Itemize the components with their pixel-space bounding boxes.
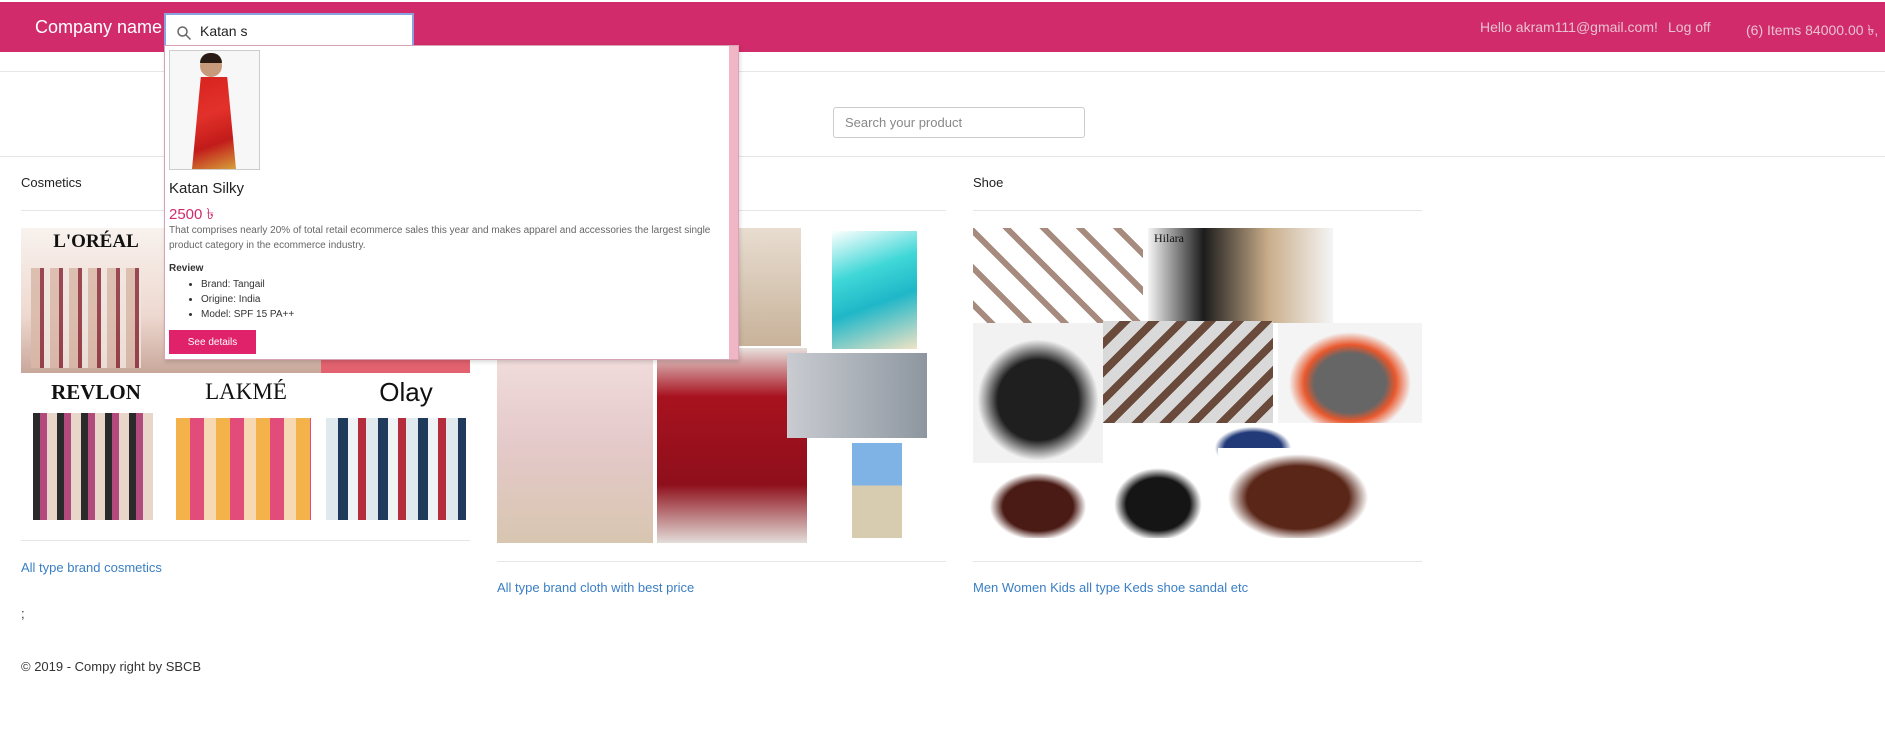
product-thumbnail[interactable]	[169, 50, 260, 170]
product-name[interactable]: Katan Silky	[169, 180, 244, 197]
review-heading: Review	[169, 263, 204, 274]
divider	[21, 540, 470, 541]
cart-link[interactable]: (6) Items 84000.00 ৳,	[1746, 19, 1878, 43]
product-search-input[interactable]	[833, 107, 1085, 138]
spec-item: Brand: Tangail	[201, 277, 294, 292]
spec-item: Model: SPF 15 PA++	[201, 307, 294, 322]
logoff-link[interactable]: Log off	[1668, 19, 1711, 35]
user-greeting-link[interactable]: Hello akram111@gmail.com!	[1480, 19, 1658, 35]
clothing-link[interactable]: All type brand cloth with best price	[497, 580, 694, 595]
shoes-image[interactable]: Hilara	[973, 228, 1422, 543]
brand-link[interactable]: Company name	[35, 17, 162, 38]
divider	[973, 210, 1422, 211]
column-title-cosmetics: Cosmetics	[21, 175, 82, 190]
divider	[497, 561, 946, 562]
olay-logo: Olay	[379, 376, 433, 407]
search-icon	[177, 26, 192, 41]
stray-text: ;	[21, 606, 25, 621]
revlon-logo: REVLON	[51, 379, 141, 404]
dropdown-scrollbar[interactable]	[729, 46, 738, 359]
search-suggestion-dropdown: Katan Silky 2500 ৳ That comprises nearly…	[164, 45, 739, 360]
see-details-button[interactable]: See details	[169, 330, 256, 354]
hilara-logo: Hilara	[1154, 231, 1184, 245]
spec-item: Origine: India	[201, 292, 294, 307]
footer-copyright: © 2019 - Compy right by SBCB	[21, 659, 202, 674]
product-description: That comprises nearly 20% of total retai…	[169, 225, 711, 251]
header-search[interactable]	[164, 13, 414, 47]
divider	[973, 561, 1422, 562]
header-search-input[interactable]	[200, 20, 400, 42]
shoes-link[interactable]: Men Women Kids all type Keds shoe sandal…	[973, 580, 1248, 595]
cosmetics-link[interactable]: All type brand cosmetics	[21, 560, 162, 575]
product-specs: Brand: Tangail Origine: India Model: SPF…	[201, 277, 294, 322]
lakme-logo: LAKMÉ	[205, 379, 287, 404]
loreal-logo: L'ORÉAL	[53, 231, 139, 252]
column-title-shoe: Shoe	[973, 175, 1004, 190]
